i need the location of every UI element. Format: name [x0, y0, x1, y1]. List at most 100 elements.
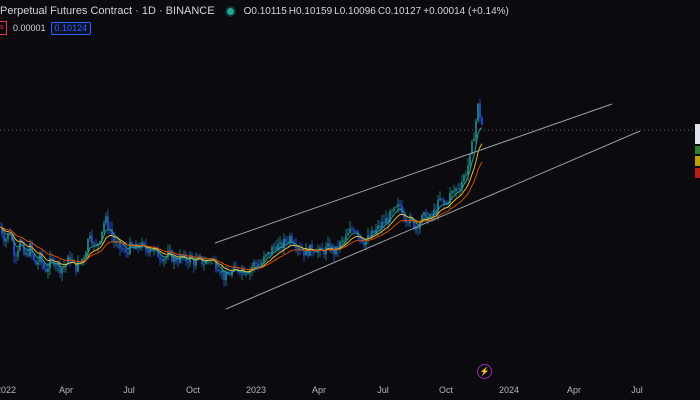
candles-layer	[0, 98, 483, 287]
candle-body	[365, 240, 367, 246]
price-scale-tag-red	[695, 168, 700, 178]
time-axis: 2022 Apr Jul Oct 2023 Apr Jul Oct 2024 Apr Jul	[0, 385, 643, 395]
time-axis-tick: 2024	[499, 385, 519, 395]
candle-body	[25, 252, 27, 255]
time-axis-tick: Apr	[312, 385, 326, 395]
candle-body	[61, 267, 63, 274]
candle-body	[275, 246, 277, 251]
candle-body	[479, 103, 481, 118]
time-axis-tick: 2022	[0, 385, 16, 395]
candle-body	[151, 249, 153, 252]
ohlc-low: L0.10096	[334, 5, 376, 17]
candle-body	[469, 154, 471, 166]
price-scale-tag-white	[695, 124, 700, 144]
candle-body	[107, 216, 109, 229]
candle-body	[239, 271, 241, 273]
candle-body	[279, 242, 281, 245]
candle-body	[407, 222, 409, 224]
candle-body	[355, 231, 357, 232]
channel-lower-line[interactable]	[225, 130, 641, 310]
candle-body	[247, 273, 249, 275]
candle-body	[315, 251, 317, 253]
candle-body	[391, 210, 393, 212]
candle-body	[121, 247, 123, 249]
candle-body	[37, 261, 39, 265]
candle-body	[349, 228, 351, 233]
ohlc-open: O0.10115	[243, 5, 287, 17]
candle-body	[303, 250, 305, 256]
indicator-value: 0.00001	[13, 23, 46, 33]
candle-body	[159, 257, 161, 260]
candle-body	[139, 247, 141, 249]
candle-body	[51, 258, 53, 260]
symbol-title[interactable]: Perpetual Futures Contract · 1D · BINANC…	[0, 5, 215, 17]
candle-body	[335, 246, 337, 255]
time-axis-tick: Jul	[123, 385, 135, 395]
flash-icon[interactable]: ⚡	[477, 364, 492, 379]
candle-body	[163, 258, 165, 262]
candle-body	[147, 250, 149, 253]
candle-body	[453, 190, 455, 192]
time-axis-tick: Apr	[567, 385, 581, 395]
candle-body	[397, 204, 399, 207]
candle-body	[379, 225, 381, 229]
candle-body	[219, 271, 221, 273]
candle-body	[459, 188, 461, 190]
candle-body	[93, 243, 95, 245]
candle-body	[451, 191, 453, 193]
candle-body	[431, 214, 433, 216]
candle-body	[69, 256, 71, 262]
candle-body	[77, 261, 79, 272]
candle-body	[385, 218, 387, 224]
candle-body	[373, 230, 375, 233]
candle-body	[35, 260, 37, 265]
candle-body	[377, 225, 379, 230]
candle-body	[387, 218, 389, 223]
symbol-legend[interactable]: Perpetual Futures Contract · 1D · BINANC…	[0, 2, 511, 20]
candle-body	[255, 262, 257, 264]
candle-body	[31, 243, 33, 254]
candle-body	[473, 138, 475, 142]
ema-mid-line	[0, 143, 483, 273]
candle-body	[187, 261, 189, 263]
indicator-toggle-icon[interactable]: s	[0, 21, 7, 35]
candle-body	[341, 240, 343, 243]
candle-body	[463, 175, 465, 182]
candle-body	[245, 274, 247, 275]
price-scale-tag-yellow	[695, 156, 700, 166]
candle-body	[343, 239, 345, 241]
candle-body	[297, 247, 299, 249]
candle-body	[89, 235, 91, 239]
candle-body	[15, 255, 17, 257]
candle-body	[383, 221, 385, 224]
time-axis-tick: Jul	[631, 385, 643, 395]
candle-body	[443, 199, 445, 204]
candle-body	[471, 141, 473, 155]
candle-body	[399, 204, 401, 206]
time-axis-tick: Oct	[186, 385, 201, 395]
candle-body	[267, 251, 269, 255]
candle-body	[369, 235, 371, 237]
ema-fast-line	[0, 127, 483, 274]
candle-body	[47, 268, 49, 273]
candle-body	[23, 243, 25, 255]
candle-body	[347, 232, 349, 236]
candle-body	[127, 252, 129, 255]
candle-body	[217, 269, 219, 272]
candle-body	[269, 251, 271, 255]
candle-body	[161, 259, 163, 262]
time-axis-tick: Oct	[439, 385, 454, 395]
candle-body	[221, 270, 223, 273]
candle-body	[17, 250, 19, 257]
candle-body	[115, 242, 117, 244]
candle-body	[481, 117, 483, 125]
indicator-legend[interactable]: s 0.00001 0.10124	[0, 21, 92, 35]
moving-averages-layer	[0, 127, 483, 274]
candle-body	[83, 257, 85, 259]
candle-body	[351, 228, 353, 230]
candle-body	[55, 264, 57, 266]
status-dot-icon	[226, 7, 234, 15]
candle-body	[429, 214, 431, 217]
price-chart[interactable]: 2022 Apr Jul Oct 2023 Apr Jul Oct 2024 Apr Jul	[0, 0, 700, 400]
candle-body	[203, 264, 205, 265]
